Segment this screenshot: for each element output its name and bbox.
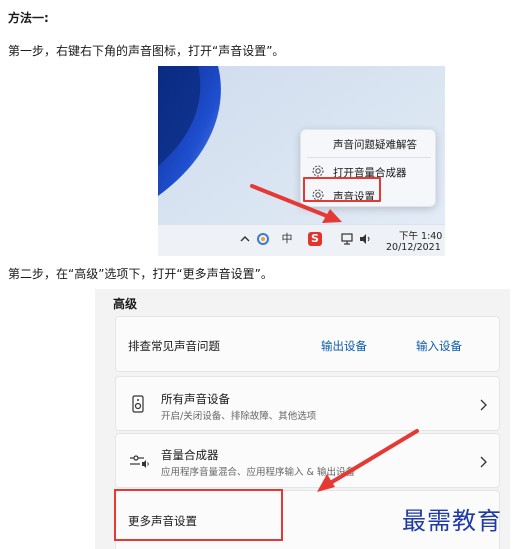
method-heading: 方法一: [8, 11, 49, 25]
red-arrow-annotation [250, 184, 342, 223]
step-one-text: 第一步，右键右下角的声音图标，打开“声音设置”。 [8, 44, 285, 58]
screenshot-sound-context-menu: 声音问题疑难解答 打开音量合成器 声音设置 中 S 下午 1:40 20/12/… [158, 66, 445, 256]
watermark-logo: 最需教育 [402, 507, 502, 535]
step-two-text: 第二步，在“高级”选项下，打开“更多声音设置”。 [8, 267, 273, 281]
